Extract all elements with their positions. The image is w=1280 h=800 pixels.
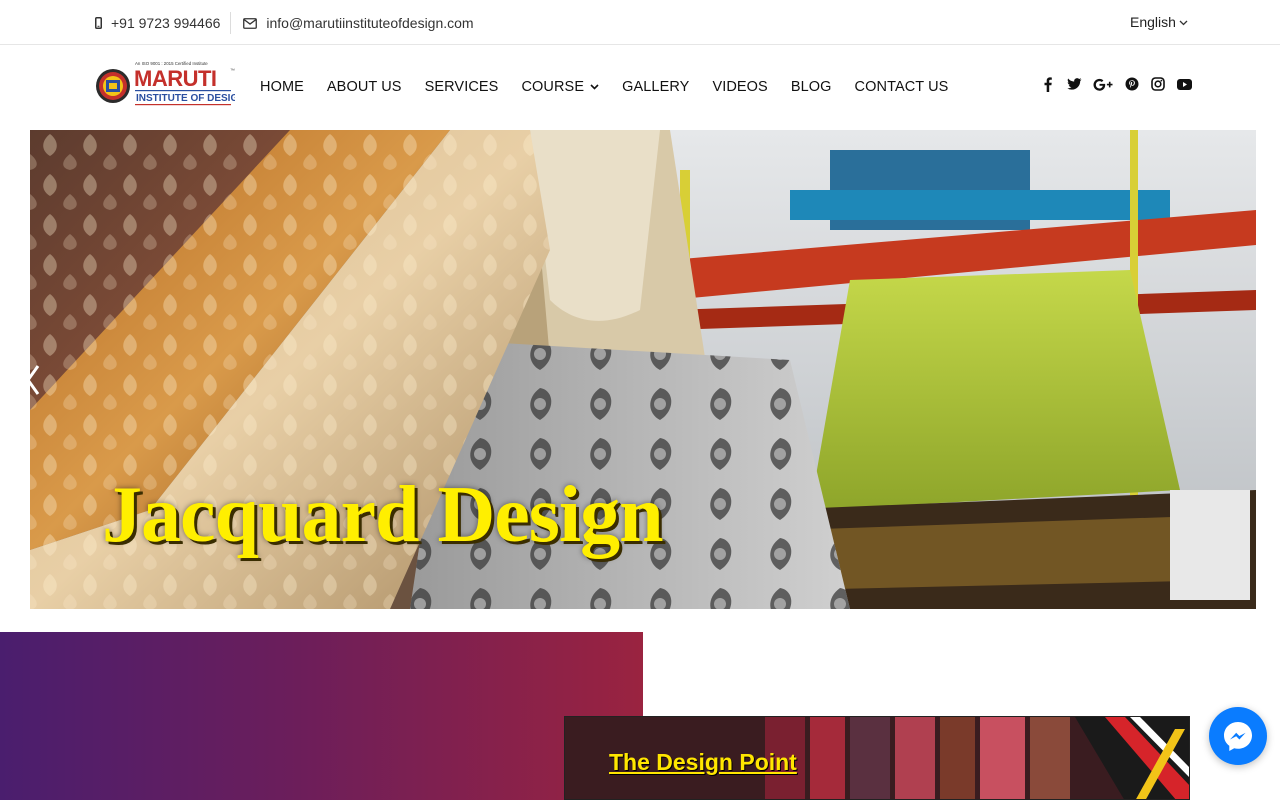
logo-brand: MARUTI xyxy=(134,66,217,91)
nav-label: SERVICES xyxy=(424,79,499,95)
slider-prev-icon[interactable] xyxy=(30,362,42,398)
pinterest-icon[interactable] xyxy=(1124,76,1140,92)
nav-label: HOME xyxy=(260,79,304,95)
maruti-logo-graphic: An ISO 9001 : 2015 Certified Institute M… xyxy=(96,61,245,106)
top-bar: +91 9723 994466 info@marutiinstituteofde… xyxy=(0,0,1280,45)
envelope-icon xyxy=(243,17,258,29)
instagram-icon[interactable] xyxy=(1150,76,1166,92)
nav-label: ABOUT US xyxy=(326,79,402,95)
nav-about-us[interactable]: ABOUT US xyxy=(327,79,402,95)
hero-slider[interactable]: Jacquard Design xyxy=(30,130,1256,609)
email-link[interactable]: info@marutiinstituteofdesign.com xyxy=(243,15,474,31)
language-selector[interactable]: English xyxy=(1130,14,1188,30)
main-navigation: HOME ABOUT US SERVICES COURSE GALLERY VI… xyxy=(260,79,971,95)
contact-info: +91 9723 994466 info@marutiinstituteofde… xyxy=(95,12,474,34)
video-title: The Design Point xyxy=(609,749,797,775)
divider xyxy=(230,12,232,34)
twitter-icon[interactable] xyxy=(1067,76,1083,92)
main-header: An ISO 9001 : 2015 Certified Institute M… xyxy=(0,46,1280,130)
chevron-down-icon xyxy=(590,84,599,90)
video-thumbnail[interactable]: The Design Point xyxy=(564,716,1190,800)
nav-gallery[interactable]: GALLERY xyxy=(622,79,689,95)
google-plus-icon[interactable] xyxy=(1093,76,1113,92)
phone-number: +91 9723 994466 xyxy=(111,15,221,31)
messenger-chat-button[interactable] xyxy=(1209,707,1267,765)
nav-blog[interactable]: BLOG xyxy=(791,79,832,95)
language-label: English xyxy=(1130,14,1176,30)
svg-text:™: ™ xyxy=(230,68,235,74)
logo-subtitle: INSTITUTE OF DESIGN xyxy=(136,93,235,104)
social-links xyxy=(1040,76,1203,92)
site-logo[interactable]: An ISO 9001 : 2015 Certified Institute M… xyxy=(95,58,245,114)
nav-course[interactable]: COURSE xyxy=(521,79,599,95)
nav-videos[interactable]: VIDEOS xyxy=(712,79,767,95)
nav-label: COURSE xyxy=(521,79,585,95)
nav-contact-us[interactable]: CONTACT US xyxy=(855,79,949,95)
chevron-down-icon xyxy=(1179,20,1188,26)
facebook-icon[interactable] xyxy=(1040,76,1056,92)
nav-label: BLOG xyxy=(790,79,832,95)
phone-link[interactable]: +91 9723 994466 xyxy=(95,15,220,31)
hero-title: Jacquard Design xyxy=(102,471,664,559)
nav-services[interactable]: SERVICES xyxy=(425,79,499,95)
nav-label: VIDEOS xyxy=(712,79,768,95)
youtube-icon[interactable] xyxy=(1177,76,1193,92)
nav-home[interactable]: HOME xyxy=(260,79,304,95)
nav-label: CONTACT US xyxy=(854,79,949,95)
promo-section xyxy=(0,632,643,800)
nav-label: GALLERY xyxy=(622,79,690,95)
mobile-phone-icon xyxy=(95,17,102,29)
email-address: info@marutiinstituteofdesign.com xyxy=(266,15,474,31)
messenger-icon xyxy=(1224,722,1252,751)
